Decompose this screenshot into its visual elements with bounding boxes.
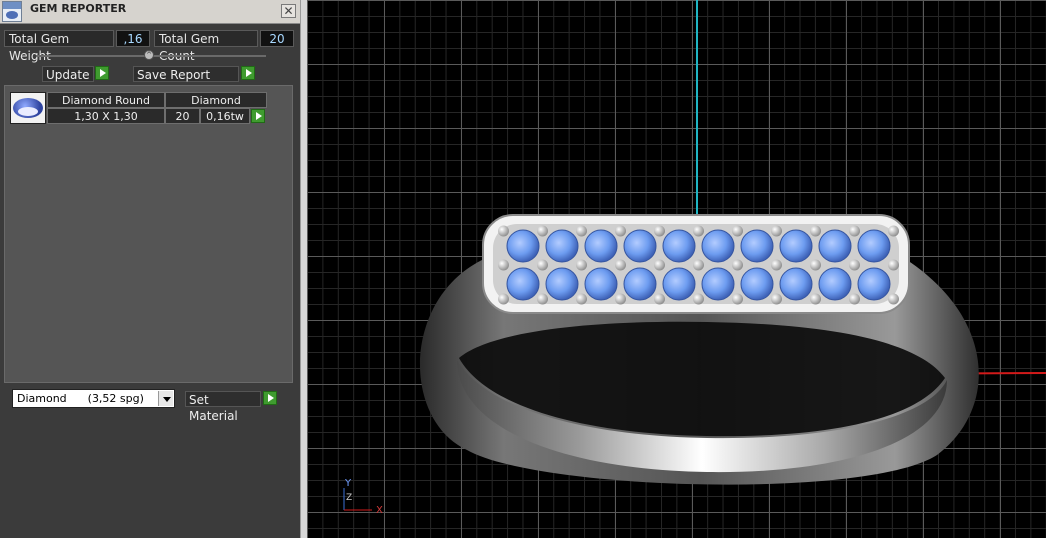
prong-bead [849, 259, 860, 271]
gem-stone [506, 229, 540, 263]
total-gem-weight-label: Total Gem Weight [4, 30, 114, 63]
prong-bead [576, 225, 587, 237]
prong-bead [732, 225, 743, 237]
prong-bead [498, 293, 509, 305]
gem-stone [545, 229, 579, 263]
prong-bead [771, 259, 782, 271]
gem-row-arrow-icon[interactable] [251, 109, 265, 123]
gem-weight-cell: 0,16tw [200, 108, 250, 124]
collapse-toggle-icon[interactable]: ^ [144, 50, 154, 60]
gem-reporter-app-icon [2, 1, 22, 22]
axis-y-label: Y [344, 478, 352, 489]
total-gem-weight-value: ,16 [116, 30, 150, 47]
prong-bead [888, 259, 899, 271]
prong-bead [771, 225, 782, 237]
axis-x-label: X [376, 505, 383, 516]
gem-stone [506, 267, 540, 301]
viewport-canvas: Y Z X [343, 0, 1046, 516]
prong-bead [654, 259, 665, 271]
gem-stone [857, 229, 891, 263]
close-icon[interactable]: ✕ [281, 4, 296, 18]
set-material-button[interactable]: Set Material [185, 391, 261, 423]
prong-bead [693, 293, 704, 305]
prong-bead [849, 225, 860, 237]
total-gem-count-label: Total Gem Count [154, 30, 258, 63]
gem-stone [740, 267, 774, 301]
prong-bead [693, 225, 704, 237]
prong-bead [810, 225, 821, 237]
round-diamond-icon [10, 92, 46, 124]
gem-stone [701, 229, 735, 263]
gem-stone [701, 267, 735, 301]
axis-triad: Y Z X [343, 478, 383, 516]
prong-bead [615, 259, 626, 271]
prong-bead [810, 293, 821, 305]
title-bar: GEM REPORTER ✕ [0, 0, 300, 24]
gem-stone [818, 229, 852, 263]
gem-size-cell: 1,30 X 1,30 [47, 108, 165, 124]
prong-bead [654, 293, 665, 305]
prong-bead [498, 225, 509, 237]
gem-stone [584, 267, 618, 301]
prong-bead [732, 259, 743, 271]
prong-bead [615, 225, 626, 237]
prong-bead [888, 225, 899, 237]
save-report-button[interactable]: Save Report [133, 66, 239, 82]
gem-stone [779, 267, 813, 301]
prong-bead [849, 293, 860, 305]
chevron-down-icon[interactable] [158, 391, 173, 406]
total-gem-count-value: 20 [260, 30, 294, 47]
gem-list [4, 85, 293, 383]
update-arrow-icon[interactable] [95, 66, 109, 80]
prong-bead [654, 225, 665, 237]
prong-bead [615, 293, 626, 305]
gem-stone [623, 229, 657, 263]
panel-splitter[interactable] [300, 0, 307, 538]
prong-bead [537, 225, 548, 237]
prong-bead [810, 259, 821, 271]
prong-bead [537, 259, 548, 271]
gem-stone [818, 267, 852, 301]
prong-bead [498, 259, 509, 271]
prong-bead [693, 259, 704, 271]
gem-stone [857, 267, 891, 301]
prong-bead [576, 293, 587, 305]
material-select[interactable]: Diamond (3,52 spg) [12, 389, 175, 408]
prong-bead [537, 293, 548, 305]
window-title: GEM REPORTER [30, 2, 127, 15]
3d-viewport[interactable]: Y Z X [307, 0, 1046, 538]
gem-shape-cell: Diamond Round [47, 92, 165, 108]
save-report-arrow-icon[interactable] [241, 66, 255, 80]
gem-stone [545, 267, 579, 301]
gem-stone [584, 229, 618, 263]
update-button[interactable]: Update [42, 66, 94, 82]
prong-bead [888, 293, 899, 305]
gem-material-cell: Diamond [165, 92, 267, 108]
gem-stone [779, 229, 813, 263]
gem-reporter-panel: GEM REPORTER ✕ Total Gem Weight ,16 Tota… [0, 0, 300, 538]
gem-count-cell: 20 [165, 108, 200, 124]
gem-stone [662, 267, 696, 301]
prong-bead [771, 293, 782, 305]
axis-z-label: Z [346, 493, 352, 503]
gem-stone [662, 229, 696, 263]
material-select-value: Diamond (3,52 spg) [17, 392, 144, 405]
prong-bead [732, 293, 743, 305]
gem-stone [740, 229, 774, 263]
gem-stone [623, 267, 657, 301]
set-material-arrow-icon[interactable] [263, 391, 277, 405]
prong-bead [576, 259, 587, 271]
